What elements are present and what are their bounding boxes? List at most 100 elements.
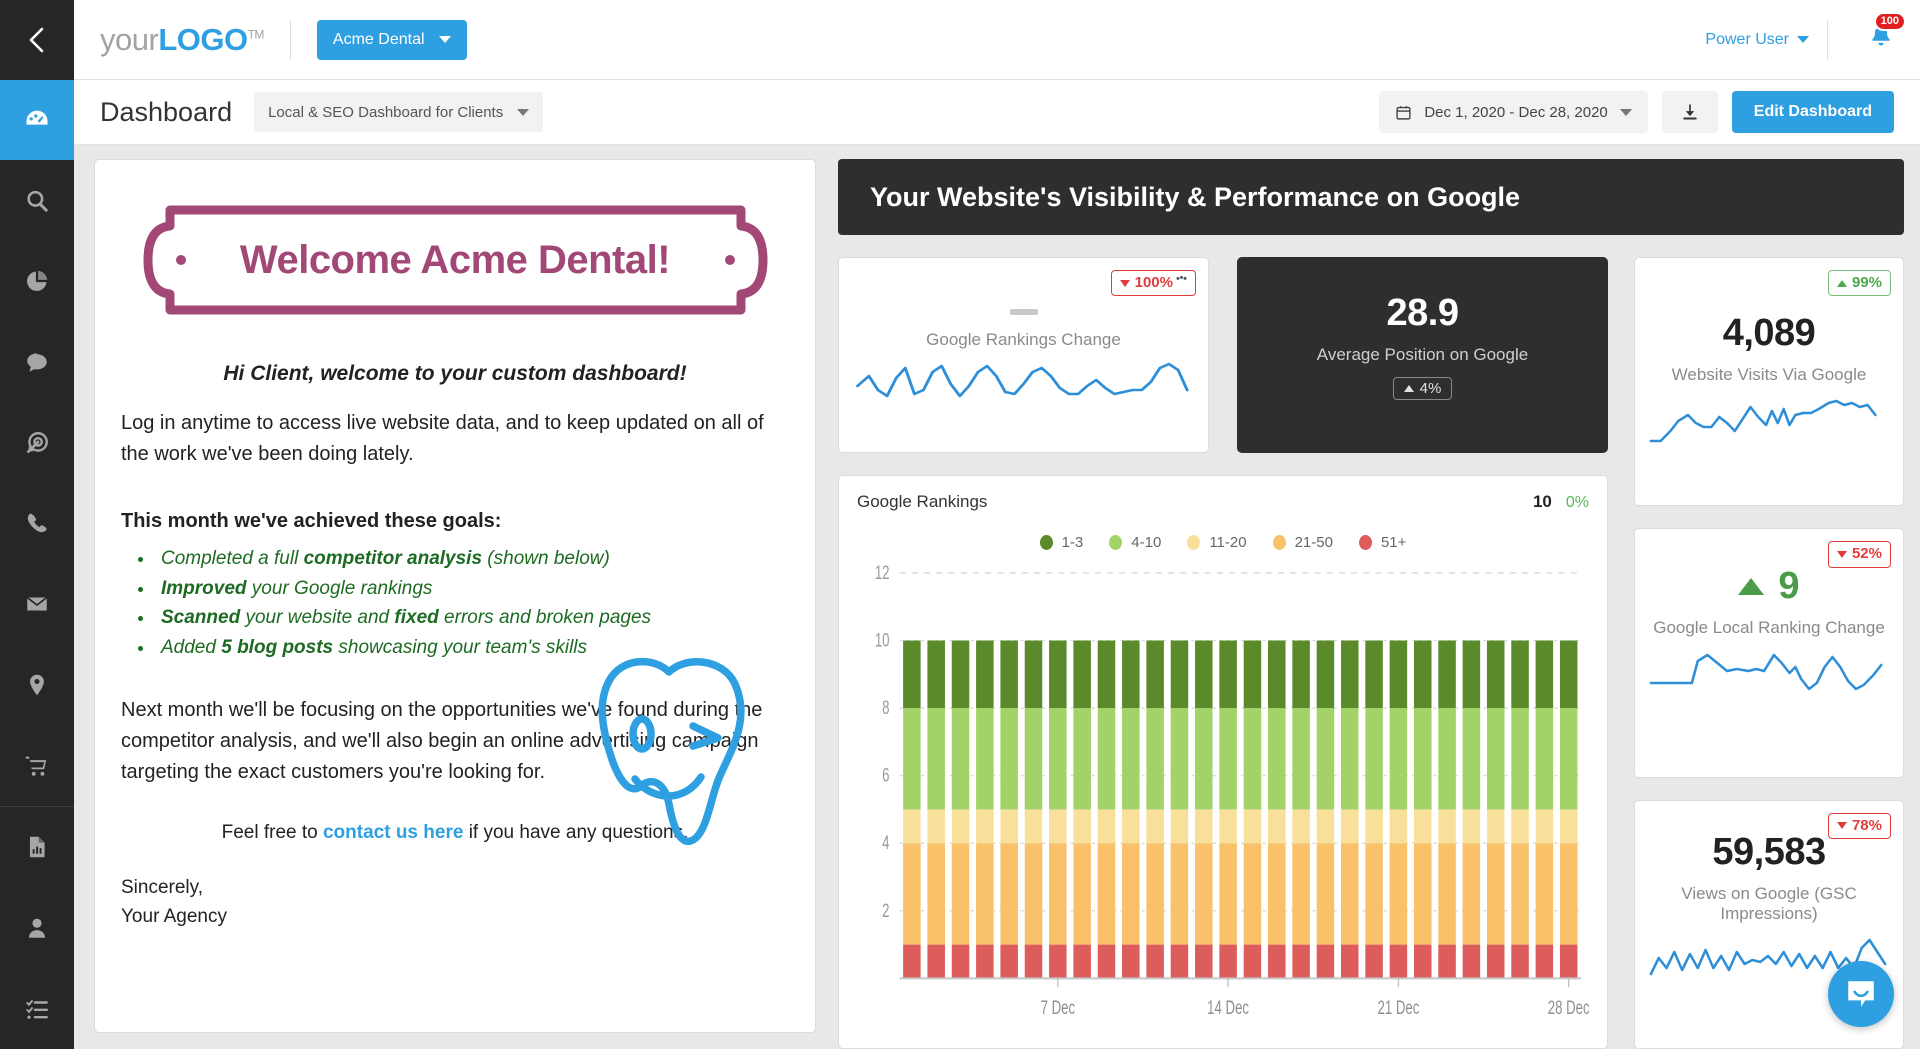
bar-segment[interactable] [903,945,921,979]
bar-segment[interactable] [1511,708,1529,809]
bar-segment[interactable] [1219,809,1237,843]
bar-segment[interactable] [1292,843,1310,944]
bar-segment[interactable] [1414,809,1432,843]
collapse-nav-button[interactable] [0,0,74,80]
bar-segment[interactable] [1536,641,1554,709]
bar-segment[interactable] [1268,641,1286,709]
bar-segment[interactable] [1463,945,1481,979]
bar-segment[interactable] [1487,641,1505,709]
sidebar-item-account[interactable] [0,888,74,969]
bar-segment[interactable] [1146,843,1164,944]
bar-segment[interactable] [1511,809,1529,843]
sidebar-item-campaigns[interactable] [0,402,74,483]
bar-segment[interactable] [1341,945,1359,979]
google-rankings-chart-widget[interactable]: Google Rankings 10 0% 1-34-1011-2021-505… [838,475,1608,1049]
bar-segment[interactable] [1195,843,1213,944]
bar-segment[interactable] [1390,945,1408,979]
bar-segment[interactable] [903,708,921,809]
bar-segment[interactable] [1049,641,1067,709]
bar-segment[interactable] [1292,809,1310,843]
bar-segment[interactable] [1414,843,1432,944]
bar-segment[interactable] [1098,809,1116,843]
bar-segment[interactable] [1438,843,1456,944]
legend-item[interactable]: 21-50 [1273,534,1333,551]
bar-segment[interactable] [1025,809,1043,843]
bar-segment[interactable] [1536,708,1554,809]
bar-segment[interactable] [1365,641,1383,709]
sidebar-item-search[interactable] [0,160,74,241]
bar-segment[interactable] [1292,945,1310,979]
bar-segment[interactable] [976,708,994,809]
bar-segment[interactable] [1049,708,1067,809]
bar-segment[interactable] [1414,641,1432,709]
bar-segment[interactable] [1122,843,1140,944]
kpi-google-rankings-change[interactable]: 100% Google Rankings Change [838,257,1209,453]
bar-segment[interactable] [1146,945,1164,979]
legend-item[interactable]: 51+ [1359,534,1406,551]
bar-segment[interactable] [1365,708,1383,809]
bar-segment[interactable] [1122,708,1140,809]
bar-segment[interactable] [1195,641,1213,709]
bar-segment[interactable] [1390,708,1408,809]
bar-segment[interactable] [1098,843,1116,944]
bar-segment[interactable] [1049,809,1067,843]
bar-segment[interactable] [1268,809,1286,843]
bar-segment[interactable] [1365,809,1383,843]
bar-segment[interactable] [1317,809,1335,843]
bar-segment[interactable] [1049,945,1067,979]
bar-segment[interactable] [952,641,970,709]
bar-segment[interactable] [1511,945,1529,979]
bar-segment[interactable] [976,945,994,979]
bar-segment[interactable] [1171,945,1189,979]
bar-segment[interactable] [1390,809,1408,843]
bar-segment[interactable] [1244,945,1262,979]
bar-segment[interactable] [1073,809,1091,843]
bar-segment[interactable] [1098,945,1116,979]
kpi-average-position[interactable]: 28.9 Average Position on Google 4% [1237,257,1608,453]
bar-segment[interactable] [1317,843,1335,944]
bar-segment[interactable] [1122,641,1140,709]
bar-segment[interactable] [1463,809,1481,843]
bar-segment[interactable] [1438,945,1456,979]
bar-segment[interactable] [1487,843,1505,944]
bar-segment[interactable] [1146,708,1164,809]
bar-segment[interactable] [976,809,994,843]
bar-segment[interactable] [1438,641,1456,709]
bar-segment[interactable] [1000,809,1018,843]
bar-segment[interactable] [1244,708,1262,809]
bar-segment[interactable] [1122,809,1140,843]
bar-segment[interactable] [1560,843,1578,944]
bar-segment[interactable] [1146,641,1164,709]
user-menu[interactable]: Power User [1705,31,1809,49]
sidebar-item-email[interactable] [0,564,74,645]
bar-segment[interactable] [1438,809,1456,843]
bar-segment[interactable] [952,945,970,979]
bar-segment[interactable] [976,641,994,709]
bar-segment[interactable] [1219,945,1237,979]
bar-segment[interactable] [1025,843,1043,944]
sidebar-item-calls[interactable] [0,483,74,564]
bar-segment[interactable] [1390,843,1408,944]
bar-segment[interactable] [1219,641,1237,709]
bar-segment[interactable] [1487,945,1505,979]
bar-segment[interactable] [1195,809,1213,843]
download-button[interactable] [1662,91,1718,133]
bar-segment[interactable] [952,843,970,944]
bar-segment[interactable] [927,641,945,709]
bar-segment[interactable] [1560,641,1578,709]
bar-segment[interactable] [1219,843,1237,944]
legend-item[interactable]: 4-10 [1109,534,1161,551]
bar-segment[interactable] [1317,945,1335,979]
bar-segment[interactable] [1000,641,1018,709]
sidebar-item-reports[interactable] [0,241,74,322]
bar-segment[interactable] [903,641,921,709]
bar-segment[interactable] [952,708,970,809]
bar-segment[interactable] [1073,708,1091,809]
bar-segment[interactable] [1536,809,1554,843]
bar-segment[interactable] [1146,809,1164,843]
bar-segment[interactable] [1244,641,1262,709]
bar-segment[interactable] [1438,708,1456,809]
bar-segment[interactable] [1341,809,1359,843]
bar-segment[interactable] [1171,641,1189,709]
bar-segment[interactable] [1365,843,1383,944]
